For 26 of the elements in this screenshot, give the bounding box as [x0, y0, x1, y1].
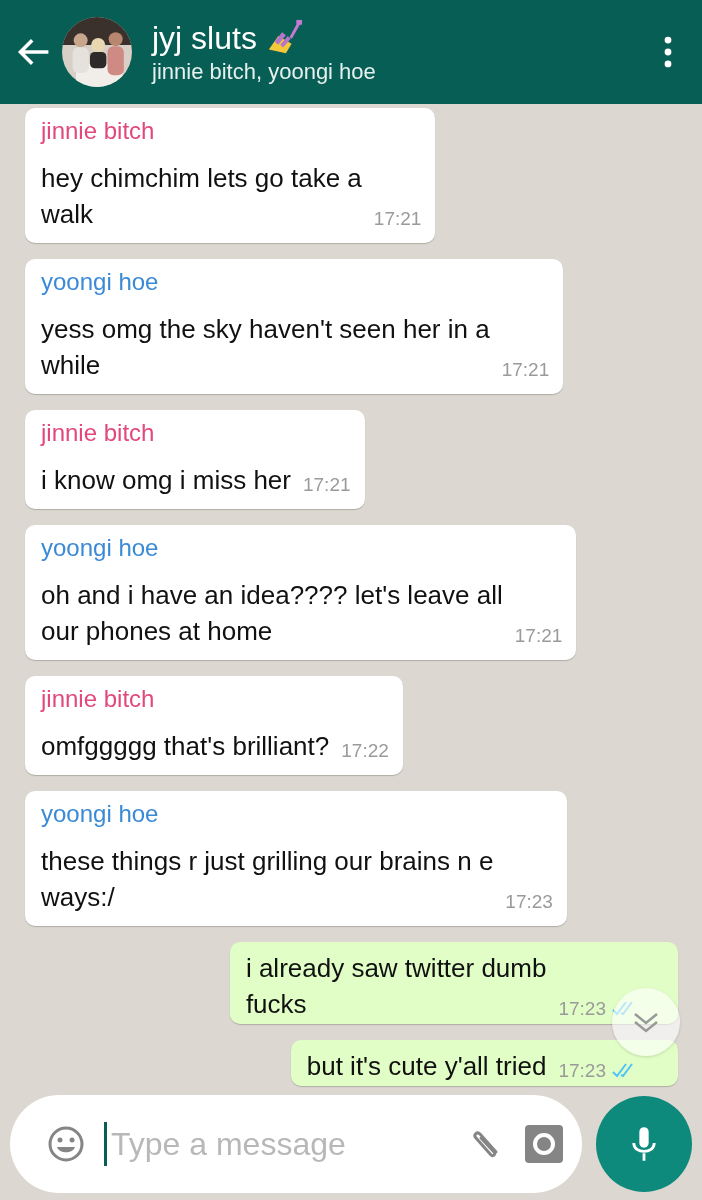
sender-name: jinnie bitch: [41, 116, 156, 146]
message-text: i already saw twitter dumb fucks: [245, 952, 547, 1021]
chat-title[interactable]: jyj sluts: [152, 19, 257, 57]
message-time: 17:21: [501, 359, 550, 381]
message-input[interactable]: Type a message: [104, 1122, 448, 1166]
sender-name: jinnie bitch: [41, 418, 156, 448]
message-text: hey chimchim lets go take a walk: [41, 162, 362, 231]
message-text: but it's cute y'all tried: [306, 1050, 547, 1083]
message-time: 17:23: [558, 998, 606, 1020]
message-time: 17:23: [505, 891, 553, 913]
sender-name: jinnie bitch: [41, 684, 156, 714]
message-time: 17:23: [558, 1060, 606, 1082]
sender-name: yoongi hoe: [41, 533, 160, 563]
message-time: 17:21: [514, 625, 563, 647]
message-text: omfggggg that's brilliant?: [41, 730, 330, 763]
message-field[interactable]: Type a message: [10, 1095, 582, 1193]
message-time: 17:22: [341, 740, 389, 762]
message-time: 17:21: [302, 474, 351, 496]
message-text: i know omg i miss her: [41, 464, 291, 497]
sender-name: yoongi hoe: [41, 267, 160, 297]
message-text: these things r just grilling our brains n e ways:/: [41, 845, 494, 914]
message-text: oh and i have an idea???? let's leave all our phones at home: [41, 579, 503, 648]
sender-name: yoongi hoe: [41, 799, 160, 829]
message-text: yess omg the sky haven't seen her in a while: [41, 313, 490, 382]
message-time: 17:21: [373, 208, 422, 230]
chat-members[interactable]: jinnie bitch, yoongi hoe: [152, 59, 662, 85]
